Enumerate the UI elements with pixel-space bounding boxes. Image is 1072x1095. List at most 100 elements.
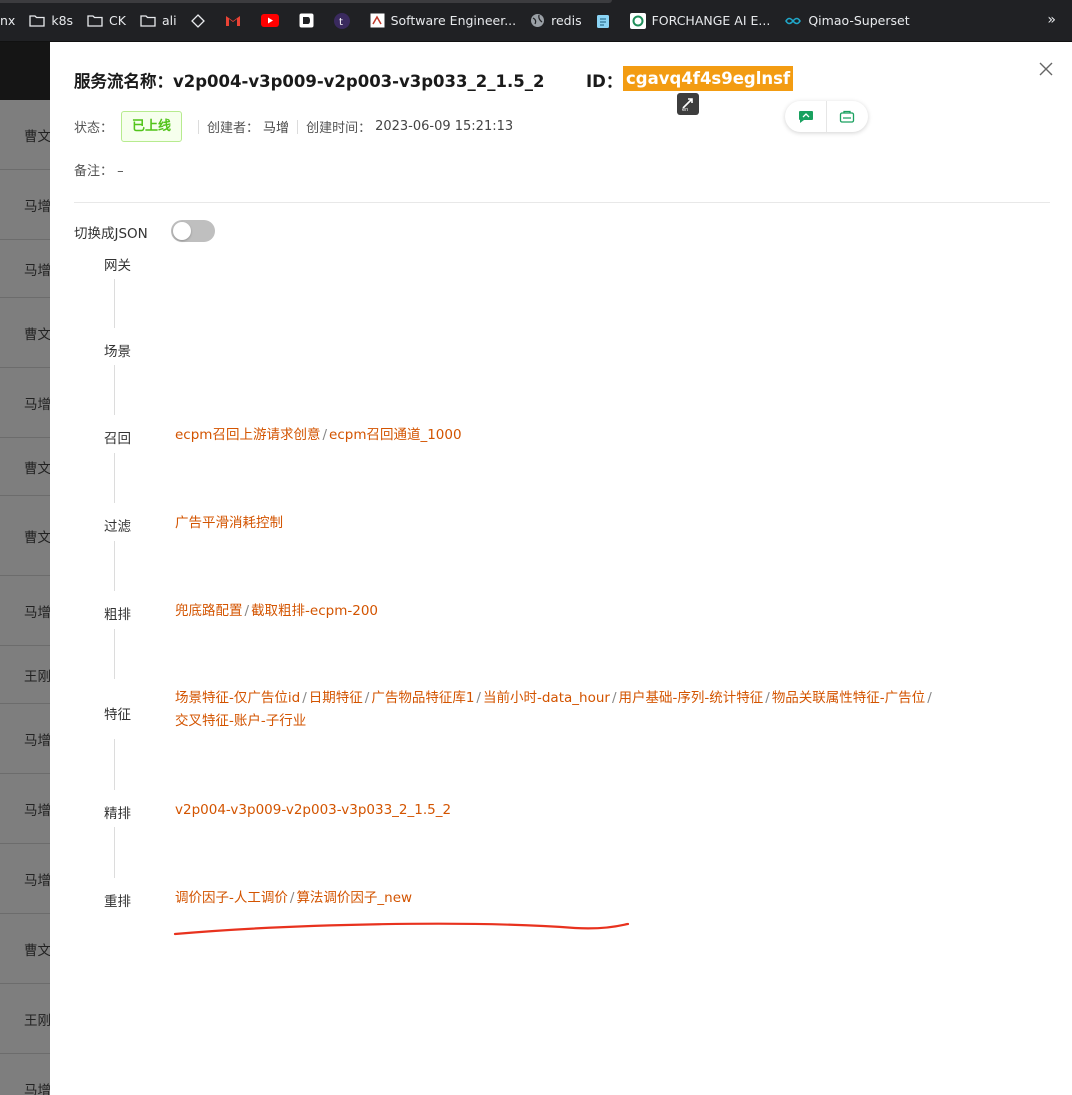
bookmark-k8s[interactable]: k8s — [22, 0, 80, 41]
background-row: 马增 — [0, 368, 50, 438]
bookmark-tumblr[interactable]: t — [327, 0, 363, 41]
bookmarks-overflow-button[interactable]: » — [1047, 12, 1056, 28]
flow-connector-line — [114, 629, 115, 679]
bookmark-label: Qimao-Superset — [808, 13, 910, 28]
superset-icon — [784, 16, 808, 26]
site-icon — [370, 13, 391, 28]
bookmark-qimao-superset[interactable]: Qimao-Superset — [777, 0, 916, 41]
background-table: 曹文 马增 马增 曹文 马增 曹文 曹文 马增 王刚 马增 马增 马增 曹文 王刚 马增 — [0, 100, 50, 1095]
separator: / — [927, 690, 932, 706]
flow-step-item[interactable]: 交叉特征-账户-子行业 — [175, 713, 306, 729]
background-row: 曹文 — [0, 496, 50, 576]
background-row: 马增 — [0, 1054, 50, 1095]
bookmark-note[interactable] — [589, 0, 623, 41]
flow-step-item[interactable]: ecpm召回通道_1000 — [329, 427, 462, 443]
flow-step-label-rerank: 重排 — [104, 894, 131, 910]
flow-step-values-rerank: 调价因子-人工调价 / 算法调价因子_new — [175, 887, 412, 910]
flow-step-item[interactable]: 广告平滑消耗控制 — [175, 515, 283, 531]
separator: / — [244, 603, 250, 619]
bookmarks-bar: nx k8s CK ali t Software Engineer... redis FORC… — [0, 0, 1072, 42]
background-row: 马增 — [0, 240, 50, 298]
background-row: 曹文 — [0, 438, 50, 496]
bookmark-youtube[interactable] — [254, 0, 292, 41]
svg-text:t: t — [339, 17, 343, 28]
flow-step-item[interactable]: ecpm召回上游请求创意 — [175, 427, 320, 443]
flow-step-label-recall: 召回 — [104, 431, 131, 447]
tab-strip-edge — [0, 0, 612, 3]
red-underline-annotation — [173, 922, 630, 936]
bookmark-label: ali — [161, 13, 177, 28]
separator: / — [611, 690, 617, 706]
folder-icon — [140, 14, 162, 27]
separator: / — [289, 890, 295, 906]
flow-connector-line — [114, 827, 115, 878]
separator: / — [302, 690, 307, 706]
flow-step-item[interactable]: 算法调价因子_new — [296, 890, 412, 906]
bookmark-diamond[interactable] — [184, 0, 218, 41]
flow-step-item[interactable]: 当前小时-data_hour — [483, 690, 610, 706]
flow-connector-line — [114, 365, 115, 415]
bookmark-label: k8s — [51, 13, 74, 28]
flow-step-label-scene: 场景 — [104, 344, 131, 360]
flow-step-item[interactable]: 广告物品特征库1 — [371, 690, 474, 706]
flow-step-item[interactable]: 物品关联属性特征-广告位 — [772, 690, 925, 706]
bookmark-nx[interactable]: nx — [0, 0, 22, 41]
background-row: 王刚 — [0, 646, 50, 704]
flow-step-item[interactable]: 兜底路配置 — [175, 603, 243, 619]
bookmark-ck[interactable]: CK — [80, 0, 133, 41]
flow-step-label-rough-rank: 粗排 — [104, 607, 131, 623]
tumblr-icon: t — [333, 12, 356, 29]
flow-step-item[interactable]: 调价因子-人工调价 — [175, 890, 288, 906]
background-row: 王刚 — [0, 984, 50, 1054]
bookmark-software-engineer[interactable]: Software Engineer... — [363, 0, 524, 41]
background-header — [0, 42, 50, 100]
globe-icon — [530, 13, 551, 28]
bookmark-ali[interactable]: ali — [133, 0, 184, 41]
flow-step-values-fine-rank: v2p004-v3p009-v2p003-v3p033_2_1.5_2 — [175, 799, 451, 822]
folder-icon — [29, 14, 51, 27]
flow-step-values-rough-rank: 兜底路配置 / 截取粗排-ecpm-200 — [175, 600, 378, 623]
separator: / — [476, 690, 481, 706]
bookmark-label: redis — [551, 13, 582, 28]
background-row: 马增 — [0, 576, 50, 646]
bookmark-label: nx — [0, 13, 16, 28]
background-row: 马增 — [0, 704, 50, 774]
folder-icon — [87, 14, 109, 27]
flow-step-item[interactable]: 场景特征-仅广告位id — [175, 690, 300, 706]
flow-connector-line — [114, 279, 115, 328]
diamond-icon — [190, 13, 211, 28]
separator: / — [765, 690, 770, 706]
flow-connector-line — [114, 541, 115, 591]
flow-step-label-feature: 特征 — [104, 707, 131, 723]
youtube-icon — [260, 14, 285, 27]
gmail-icon — [225, 15, 247, 27]
background-row: 曹文 — [0, 298, 50, 368]
flow-step-values-recall: ecpm召回上游请求创意 / ecpm召回通道_1000 — [175, 424, 462, 447]
separator: / — [364, 690, 370, 706]
flow-step-values-feature: 场景特征-仅广告位id / 日期特征 / 广告物品特征库1/当前小时-data_hour… — [175, 687, 934, 733]
background-row: 曹文 — [0, 914, 50, 984]
bookmark-label: FORCHANGE AI E... — [651, 13, 771, 28]
dashlane-icon — [299, 13, 320, 28]
flow-step-values-filter: 广告平滑消耗控制 — [175, 512, 283, 535]
bookmark-label: Software Engineer... — [390, 13, 517, 28]
flow-step-label-fine-rank: 精排 — [104, 806, 131, 822]
flow-step-label-filter: 过滤 — [104, 519, 131, 535]
flow-step-item[interactable]: 用户基础-序列-统计特征 — [619, 690, 764, 706]
flow-step-item[interactable]: v2p004-v3p009-v2p003-v3p033_2_1.5_2 — [175, 802, 451, 818]
flow-step-label-gateway: 网关 — [104, 258, 131, 274]
flow-step-item[interactable]: 日期特征 — [309, 690, 363, 706]
background-row: 马增 — [0, 844, 50, 914]
background-row: 马增 — [0, 774, 50, 844]
note-icon — [596, 13, 616, 29]
bookmark-dashlane[interactable] — [292, 0, 327, 41]
bookmark-redis[interactable]: redis — [523, 0, 588, 41]
separator: / — [322, 427, 328, 443]
background-row: 马增 — [0, 170, 50, 240]
bookmark-gmail[interactable] — [218, 0, 254, 41]
bookmark-label: CK — [109, 13, 126, 28]
background-row: 曹文 — [0, 100, 50, 170]
service-flow-detail-drawer: 服务流名称：v2p004-v3p009-v2p003-v3p033_2_1.5_… — [50, 42, 1072, 1095]
bookmark-forchange-ai-e[interactable]: FORCHANGE AI E... — [623, 0, 778, 41]
flow-step-item[interactable]: 截取粗排-ecpm-200 — [251, 603, 378, 619]
